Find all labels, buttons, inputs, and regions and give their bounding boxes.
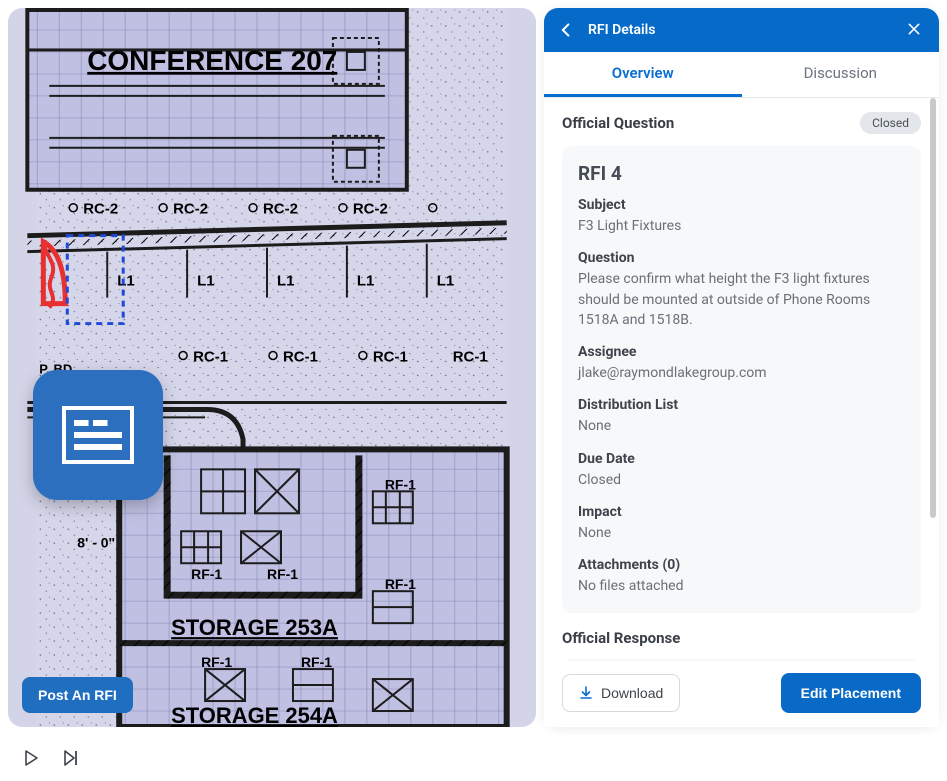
tab-overview[interactable]: Overview <box>544 52 742 97</box>
official-question-heading: Official Question <box>562 114 674 132</box>
assignee-label: Assignee <box>578 344 905 360</box>
svg-text:RC-1: RC-1 <box>283 349 318 366</box>
question-value: Please confirm what height the F3 light … <box>578 269 905 330</box>
svg-text:L1: L1 <box>437 273 454 290</box>
svg-text:RC-1: RC-1 <box>193 349 228 366</box>
svg-text:L1: L1 <box>197 273 214 290</box>
download-icon <box>579 686 593 700</box>
rfi-marker-icon[interactable] <box>33 370 163 500</box>
play-icon[interactable] <box>22 749 40 767</box>
impact-label: Impact <box>578 504 905 520</box>
panel-title: RFI Details <box>588 22 907 38</box>
svg-text:CONFERENCE 207: CONFERENCE 207 <box>87 45 337 76</box>
scrollbar[interactable] <box>930 98 936 518</box>
dist-value: None <box>578 416 905 436</box>
svg-text:STORAGE 254A: STORAGE 254A <box>171 703 338 727</box>
attach-value: No files attached <box>578 576 905 596</box>
svg-text:RC-2: RC-2 <box>83 201 118 218</box>
svg-text:STORAGE 253A: STORAGE 253A <box>171 615 338 640</box>
download-button[interactable]: Download <box>562 674 680 712</box>
attach-label: Attachments (0) <box>578 557 905 573</box>
svg-text:8' - 0": 8' - 0" <box>77 534 115 550</box>
subject-label: Subject <box>578 197 905 213</box>
status-badge: Closed <box>860 112 921 134</box>
impact-value: None <box>578 523 905 543</box>
svg-text:L1: L1 <box>277 273 294 290</box>
svg-text:RC-2: RC-2 <box>353 201 388 218</box>
tab-discussion[interactable]: Discussion <box>742 52 940 97</box>
bottom-controls <box>0 735 947 781</box>
dist-label: Distribution List <box>578 397 905 413</box>
question-card: RFI 4 Subject F3 Light Fixtures Question… <box>562 146 921 613</box>
panel-footer: Download Edit Placement <box>544 661 939 727</box>
svg-text:RC-2: RC-2 <box>173 201 208 218</box>
blueprint-svg: CONFERENCE 207 RC-2 RC-2 RC-2 RC-2 <box>8 8 536 727</box>
blueprint-viewport[interactable]: CONFERENCE 207 RC-2 RC-2 RC-2 RC-2 <box>8 8 536 727</box>
due-value: Closed <box>578 470 905 490</box>
svg-text:RC-2: RC-2 <box>263 201 298 218</box>
subject-value: F3 Light Fixtures <box>578 216 905 236</box>
svg-text:RC-1: RC-1 <box>373 349 408 366</box>
svg-text:RF-1: RF-1 <box>191 566 222 582</box>
panel-body[interactable]: Official Question Closed RFI 4 Subject F… <box>544 98 939 661</box>
question-label: Question <box>578 250 905 266</box>
due-label: Due Date <box>578 451 905 467</box>
rfi-number: RFI 4 <box>578 162 905 185</box>
assignee-value: jlake@raymondlakegroup.com <box>578 363 905 383</box>
back-icon[interactable] <box>558 20 578 40</box>
post-rfi-button[interactable]: Post An RFI <box>22 677 133 713</box>
svg-text:RF-1: RF-1 <box>267 566 298 582</box>
svg-text:RF-1: RF-1 <box>385 476 416 492</box>
svg-text:RF-1: RF-1 <box>385 576 416 592</box>
svg-text:RF-1: RF-1 <box>201 654 232 670</box>
edit-placement-button[interactable]: Edit Placement <box>781 673 921 713</box>
download-label: Download <box>601 685 663 701</box>
skip-icon[interactable] <box>62 749 80 767</box>
svg-text:L1: L1 <box>117 273 134 290</box>
rfi-details-panel: RFI Details Overview Discussion Official… <box>544 8 939 727</box>
panel-header: RFI Details <box>544 8 939 52</box>
svg-text:RC-1: RC-1 <box>453 349 488 366</box>
close-icon[interactable] <box>907 21 925 39</box>
official-response-heading: Official Response <box>562 629 921 647</box>
svg-text:RF-1: RF-1 <box>301 654 332 670</box>
svg-text:L1: L1 <box>357 273 374 290</box>
tabs: Overview Discussion <box>544 52 939 98</box>
